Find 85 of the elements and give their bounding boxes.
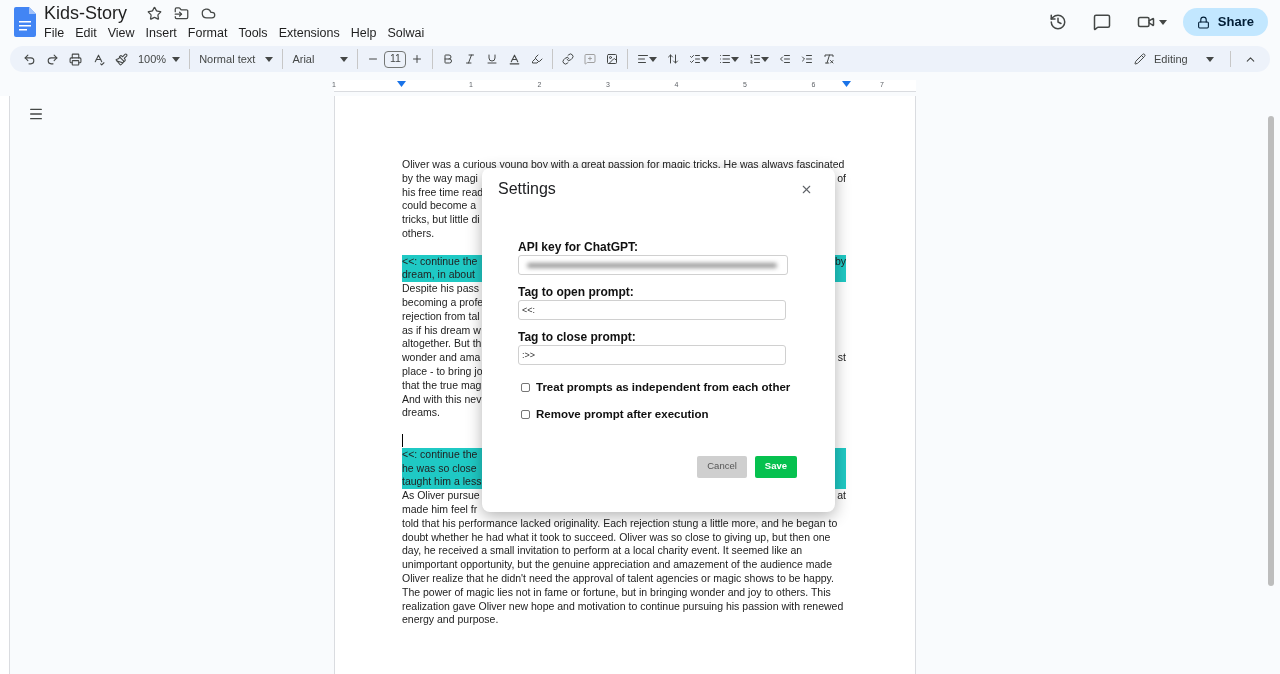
checkbox-label: Treat prompts as independent from each other [536,380,791,395]
zoom-dropdown[interactable]: 100% [133,50,186,68]
document-line: dream, in about [402,268,475,283]
api-key-field[interactable] [518,255,788,275]
indent-marker-icon[interactable] [842,81,851,87]
caret-icon [340,56,349,62]
document-line: realization gave Oliver new hope and motivation to continue pursuing his passion with renewed [402,599,844,612]
document-line: st [837,351,846,365]
document-line: place - to bring jo [402,364,483,379]
pencil-icon [1134,53,1146,65]
document-line: of [837,171,846,186]
bulleted-list-icon [719,53,732,65]
document-line: as if his dream w [402,323,481,338]
document-line: made him feel fr [402,502,478,517]
document-line: he was so close [402,461,477,476]
document-line: told that his performance lacked originality. Each rejection stung a little more, and he began to [402,516,838,529]
dialog-title: Settings [498,179,556,199]
share-button[interactable]: Share [1182,8,1268,36]
document-line: others. [402,227,435,241]
menu-item[interactable]: Extensions [273,23,345,43]
menu-item[interactable]: Insert [140,23,182,43]
caret-icon [731,56,740,62]
text-cursor [402,434,403,448]
document-line: rejection from tal [402,309,480,324]
docs-logo-icon[interactable] [14,7,36,37]
document-line: doubt whether he had what it took to succeed. Oliver was so close to giving up, but then one [402,530,831,543]
document-line: And with this nev [402,392,482,407]
checkbox-label: Remove prompt after execution [536,407,709,423]
caret-icon [172,56,181,62]
checkbox[interactable] [521,410,530,420]
document-line: becoming a profe [402,295,484,310]
checkbox[interactable] [521,383,530,393]
caret-icon [1158,19,1167,25]
caret-icon [761,56,770,62]
blurred-key-icon [527,262,777,268]
text-field[interactable]: :>> [518,345,786,365]
document-line: <<: continue the [402,447,478,462]
text-field[interactable]: <<: [518,300,786,320]
cancel-button[interactable]: Cancel [697,455,747,478]
menu-item[interactable]: Format [182,23,233,43]
font-size-field[interactable]: 11 [384,50,407,68]
numbered-list-icon [749,53,762,65]
document-line: dreams. [402,406,440,421]
document-line: day, he received a small invitation to perform at a local charity event. It seemed like an [402,544,803,557]
editing-mode-dropdown[interactable]: Editing [1126,50,1222,68]
document-line: that the true mag [402,378,482,393]
indent-marker-icon[interactable] [397,81,406,87]
field-label: API key for ChatGPT: [518,240,640,254]
document-line: wonder and ama [402,351,481,365]
document-line: energy and purpose. [402,613,499,626]
document-line: The power of magic lies not in fame or fortune, but in bringing wonder and joy to others. This [402,585,831,598]
history-icon[interactable] [1048,13,1067,31]
cloud-icon[interactable] [201,5,217,21]
caret-icon [649,56,658,62]
caret-icon [701,56,710,62]
document-line: unimportant opportunity, but the genuine appreciation and amazement of the audience made [402,558,832,571]
star-icon[interactable] [147,5,163,21]
caret-icon [1206,56,1214,62]
checklist-icon [689,53,702,65]
document-line: by the way magi [402,171,478,186]
document-line: by [834,254,846,269]
document-line: <<: continue the [402,254,478,269]
document-line: tricks, but little di [402,213,480,227]
folder-icon[interactable] [174,5,190,21]
menu-item[interactable]: Help [345,23,382,43]
align-left-icon [637,53,650,65]
document-line: Oliver realize that he didn't need the approval of talent agencies or magic shows to be happy. [402,571,834,584]
document-line: altogether. But th [402,337,482,352]
font-dropdown[interactable]: Arial [287,50,354,68]
field-label: Tag to open prompt: [518,285,635,299]
comment-icon[interactable] [1092,13,1111,31]
outline-icon[interactable] [28,106,44,122]
menu-item[interactable]: Solwai [382,23,430,43]
style-dropdown[interactable]: Normal text [194,50,279,68]
caret-icon [265,56,274,62]
document-line: his free time read [402,185,484,200]
document-line: could become a [402,199,477,214]
document-line: taught him a less [402,475,482,490]
document-line: As Oliver pursue [402,489,480,503]
document-line: at [837,489,846,503]
menu-item[interactable]: Tools [233,23,273,43]
scrollbar[interactable] [1268,116,1274,586]
field-label: Tag to close prompt: [518,330,637,344]
lock-icon [1196,15,1210,29]
document-line: Despite his pass [402,282,480,296]
